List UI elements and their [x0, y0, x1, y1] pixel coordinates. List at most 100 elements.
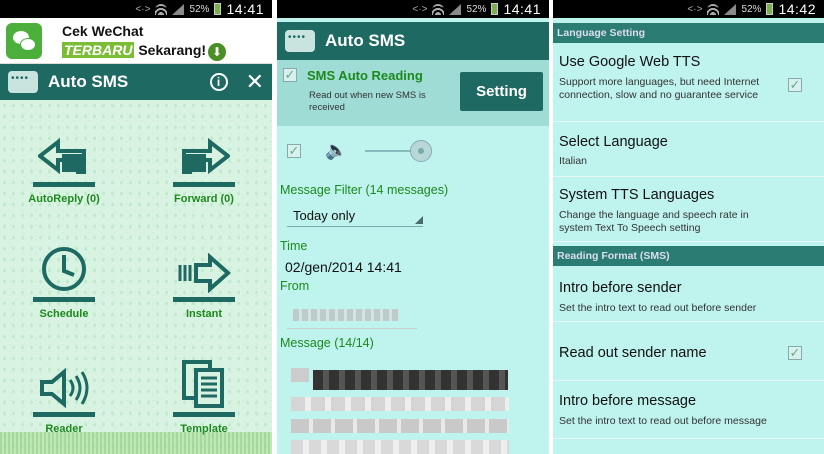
setting-button[interactable]: Setting	[460, 72, 543, 111]
wechat-logo-icon	[6, 23, 42, 59]
filter-dropdown[interactable]: Today only	[287, 205, 423, 227]
tile-schedule[interactable]: Schedule	[14, 235, 114, 320]
ad-tag: TERBARU	[62, 42, 135, 58]
instant-arrow-icon	[154, 235, 254, 293]
pref-google-web-tts[interactable]: Use Google Web TTS Support more language…	[553, 46, 824, 122]
wifi-icon	[707, 3, 720, 15]
documents-icon	[154, 350, 254, 408]
volume-row: ✓ 🔈	[285, 138, 549, 164]
pref-title: Use Google Web TTS	[559, 54, 701, 70]
section-header-reading-format: Reading Format (SMS)	[553, 246, 824, 266]
data-arrows-icon: <·>	[687, 3, 703, 15]
signal-icon	[449, 3, 462, 15]
pref-title: Select Language	[559, 134, 668, 150]
auto-reading-title: SMS Auto Reading	[307, 68, 423, 83]
redacted-text	[313, 370, 508, 390]
status-bar: <·> 52% 14:41	[277, 0, 549, 18]
redacted-text	[291, 368, 309, 382]
tile-label: Forward (0)	[174, 193, 234, 205]
pref-summary: Set the intro text to read out before me…	[559, 415, 767, 427]
ad-line-2-text: Sekarang!	[138, 42, 207, 58]
pref-system-tts-languages[interactable]: System TTS Languages Change the language…	[553, 180, 824, 242]
status-bar: <·> 52% 14:42	[553, 0, 824, 18]
message-label: Message (14/14)	[280, 336, 374, 350]
app-titlebar: Auto SMS i ✕	[0, 64, 272, 100]
tile-reader[interactable]: Reader	[14, 350, 114, 435]
pref-title: System TTS Languages	[559, 187, 715, 203]
app-logo-icon	[8, 71, 38, 93]
pref-summary: Change the language and speech rate in s…	[559, 209, 749, 234]
tile-bar	[33, 297, 95, 302]
app-titlebar: Auto SMS	[277, 22, 549, 60]
battery-icon	[491, 3, 499, 15]
redacted-text	[291, 440, 509, 454]
clock: 14:41	[503, 1, 541, 17]
pref-title: Intro before message	[559, 393, 697, 409]
battery-icon	[214, 3, 222, 15]
ad-line-1: Cek WeChat	[62, 23, 144, 39]
speaker-icon	[14, 350, 114, 408]
tile-label: AutoReply (0)	[28, 193, 100, 205]
tile-bar	[173, 182, 235, 187]
grass-decoration	[0, 432, 272, 454]
tile-bar	[173, 412, 235, 417]
tile-bar	[33, 182, 95, 187]
tile-instant[interactable]: Instant	[154, 235, 254, 320]
app-title: Auto SMS	[48, 72, 129, 91]
pref-select-language[interactable]: Select Language Italian	[553, 125, 824, 177]
tile-autoreply[interactable]: AutoReply (0)	[14, 120, 114, 205]
tile-forward[interactable]: Forward (0)	[154, 120, 254, 205]
wifi-icon	[155, 3, 168, 15]
clock: 14:42	[778, 1, 816, 17]
pref-summary: Set the intro text to read out before se…	[559, 302, 757, 314]
battery-percent: 52%	[189, 3, 210, 15]
tile-bar	[173, 297, 235, 302]
reply-arrow-icon	[14, 120, 114, 178]
filter-value: Today only	[293, 208, 356, 223]
close-icon[interactable]: ✕	[246, 71, 264, 93]
signal-icon	[172, 3, 185, 15]
reader-screen: <·> 52% 14:41 Auto SMS ✓ SMS Auto Readin…	[277, 0, 549, 454]
pref-title: Intro before sender	[559, 280, 682, 296]
tile-label: Instant	[185, 308, 223, 320]
time-label: Time	[280, 239, 308, 253]
battery-percent: 52%	[466, 3, 487, 15]
from-label: From	[280, 279, 310, 293]
volume-speaker-icon: 🔈	[325, 140, 348, 160]
data-arrows-icon: <·>	[135, 3, 151, 15]
tile-label: Reader	[45, 423, 83, 435]
volume-checkbox[interactable]: ✓	[287, 144, 301, 158]
redacted-text	[291, 397, 509, 411]
pref-summary: Italian	[559, 155, 588, 167]
status-bar: <·> 52% 14:41	[0, 0, 272, 18]
auto-reading-panel: ✓ SMS Auto Reading Read out when new SMS…	[277, 60, 549, 126]
google-tts-checkbox[interactable]: ✓	[788, 78, 802, 92]
forward-arrow-icon	[154, 120, 254, 178]
battery-percent: 52%	[741, 3, 762, 15]
redacted-text	[293, 309, 399, 321]
pref-title: Read out sender name	[559, 345, 707, 361]
tile-bar	[33, 412, 95, 417]
pref-intro-before-sender[interactable]: Intro before sender Set the intro text t…	[553, 270, 824, 322]
clock-icon	[14, 235, 114, 293]
pref-summary: Support more languages, but need Interne…	[559, 76, 760, 101]
auto-reading-checkbox[interactable]: ✓	[283, 68, 297, 82]
tile-template[interactable]: Template	[154, 350, 254, 435]
download-icon[interactable]: ⬇	[208, 43, 226, 61]
pref-read-out-sender-name[interactable]: Read out sender name ✓	[553, 325, 824, 381]
pref-intro-before-message[interactable]: Intro before message Set the intro text …	[553, 383, 824, 439]
home-screen: <·> 52% 14:41 Cek WeChat TERBARU Sekaran…	[0, 0, 272, 454]
from-field-redacted	[287, 303, 417, 329]
tile-label: Schedule	[39, 308, 89, 320]
section-header-language: Language Setting	[553, 23, 824, 43]
settings-screen: <·> 52% 14:42 Language Setting Use Googl…	[553, 0, 824, 454]
volume-slider-knob[interactable]	[410, 140, 432, 162]
read-sender-checkbox[interactable]: ✓	[788, 346, 802, 360]
ad-line-2: TERBARU Sekarang!	[62, 42, 206, 58]
app-title: Auto SMS	[325, 31, 406, 50]
clock: 14:41	[226, 1, 264, 17]
filter-label: Message Filter (14 messages)	[280, 183, 449, 197]
ad-banner[interactable]: Cek WeChat TERBARU Sekarang! ⬇	[0, 18, 272, 64]
info-icon[interactable]: i	[209, 73, 228, 91]
app-logo-icon	[285, 30, 315, 52]
